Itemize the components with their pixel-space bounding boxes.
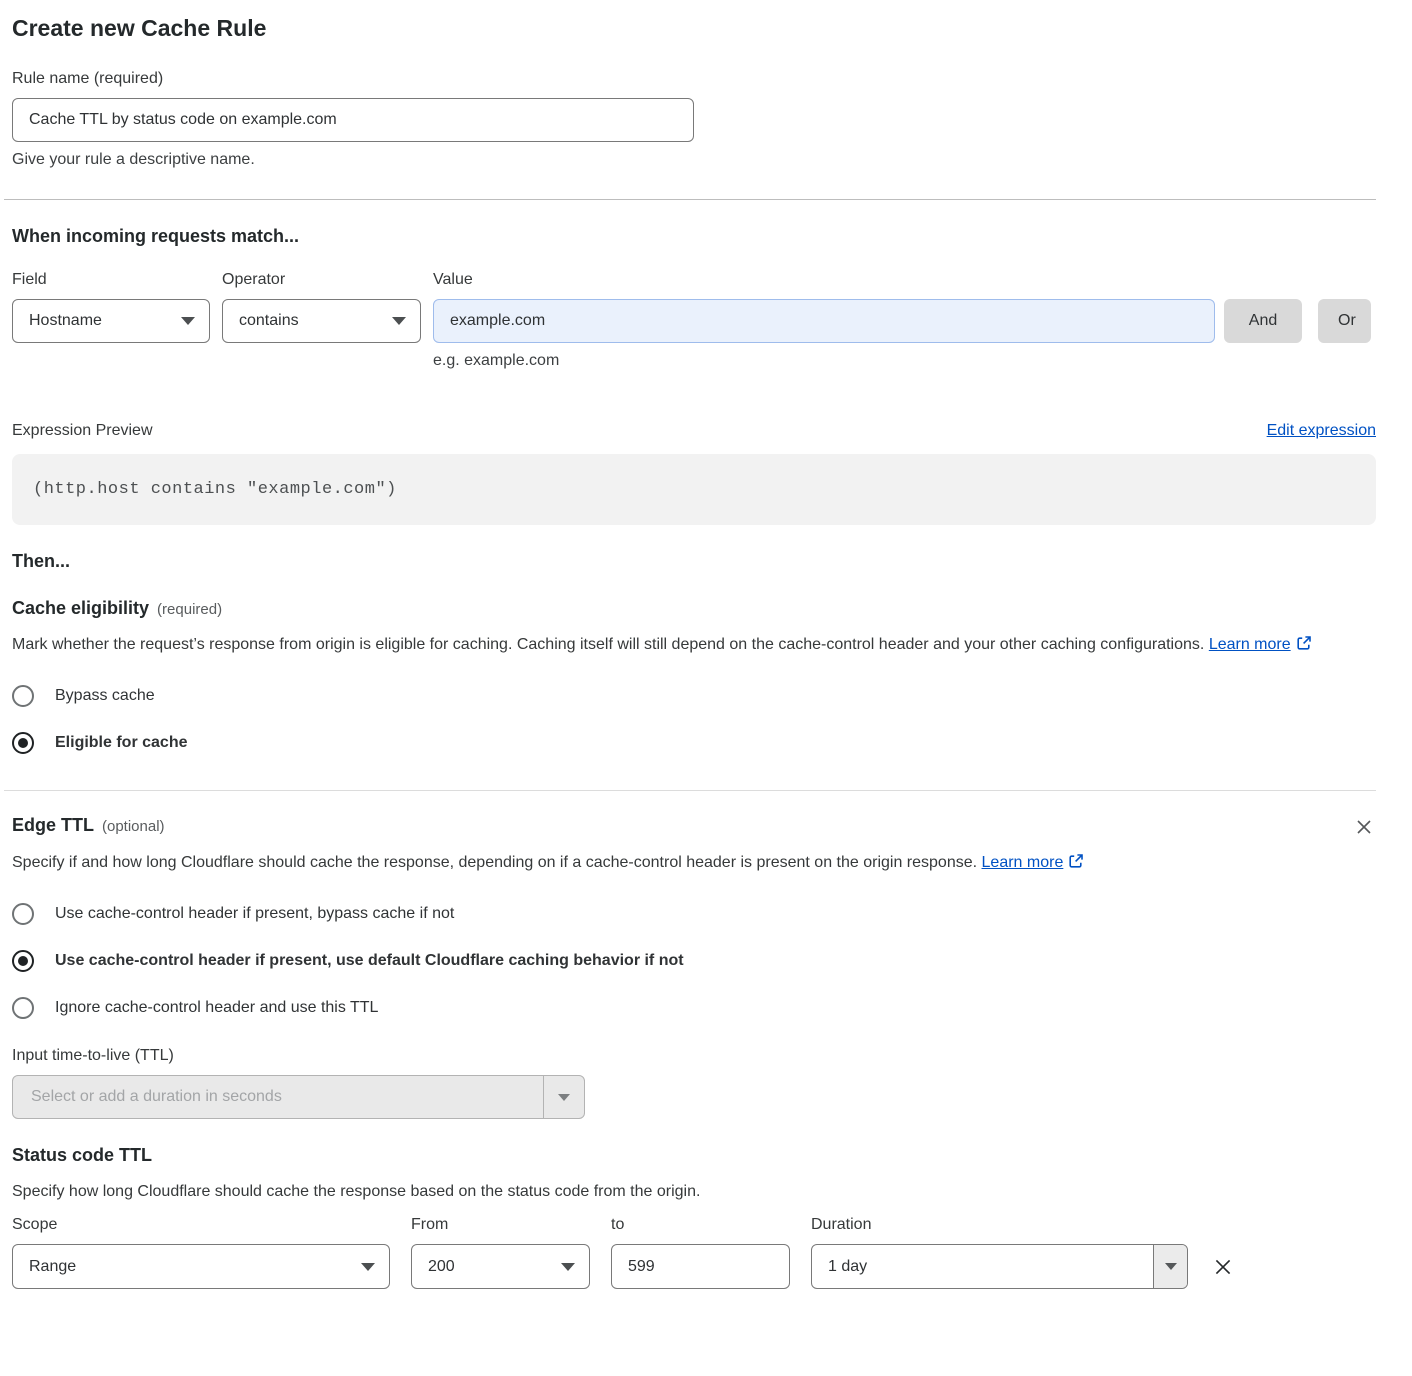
chevron-down-icon — [558, 1094, 570, 1101]
field-label: Field — [12, 271, 210, 289]
cache-eligibility-title: Cache eligibility — [12, 598, 149, 619]
status-code-ttl-description: Specify how long Cloudflare should cache… — [12, 1178, 1357, 1206]
expression-preview-label: Expression Preview — [12, 422, 153, 440]
radio-bypass-cache[interactable]: Bypass cache — [12, 685, 1376, 707]
operator-group: Operator contains — [222, 271, 421, 343]
scope-label: Scope — [12, 1216, 390, 1234]
from-select[interactable]: 200 — [411, 1244, 590, 1289]
remove-status-code-row-button[interactable] — [1210, 1254, 1236, 1280]
field-select[interactable]: Hostname — [12, 299, 210, 343]
edge-ttl-options: Use cache-control header if present, byp… — [12, 903, 1376, 1019]
expression-preview-row: Expression Preview Edit expression — [12, 422, 1376, 440]
duration-select[interactable]: 1 day — [811, 1244, 1188, 1289]
duration-dropdown-button[interactable] — [1153, 1245, 1187, 1288]
radio-eligible-for-cache[interactable]: Eligible for cache — [12, 732, 1376, 754]
and-button[interactable]: And — [1224, 299, 1302, 343]
scope-select-value: Range — [29, 1258, 76, 1276]
chevron-down-icon — [361, 1263, 375, 1271]
rule-name-input[interactable] — [12, 98, 694, 142]
to-select-value: 599 — [628, 1258, 655, 1276]
field-group: Field Hostname — [12, 271, 210, 343]
expression-code: (http.host contains "example.com") — [33, 480, 397, 499]
radio-label: Ignore cache-control header and use this… — [55, 999, 378, 1017]
edge-ttl-description-text: Specify if and how long Cloudflare shoul… — [12, 854, 977, 871]
section-divider — [4, 199, 1376, 200]
chevron-down-icon — [561, 1263, 575, 1271]
cache-eligibility-header: Cache eligibility (required) — [12, 598, 1376, 619]
to-select[interactable]: 599 — [611, 1244, 790, 1289]
radio-icon[interactable] — [12, 685, 34, 707]
chevron-down-icon — [392, 317, 406, 325]
value-hint: e.g. example.com — [433, 352, 1376, 370]
operator-select-value: contains — [239, 312, 299, 330]
status-code-ttl-title: Status code TTL — [12, 1145, 152, 1166]
edge-ttl-close-button[interactable] — [1352, 815, 1376, 839]
from-select-value: 200 — [428, 1258, 455, 1276]
chevron-down-icon — [181, 317, 195, 325]
status-code-ttl-description-text: Specify how long Cloudflare should cache… — [12, 1183, 700, 1200]
or-button[interactable]: Or — [1318, 299, 1371, 343]
edge-ttl-header: Edge TTL (optional) — [12, 815, 1376, 839]
close-icon — [1212, 1256, 1234, 1278]
radio-icon[interactable] — [12, 903, 34, 925]
match-section-heading: When incoming requests match... — [12, 226, 1376, 247]
match-condition-row: Field Hostname Operator contains Value A… — [12, 271, 1376, 343]
section-divider — [4, 790, 1376, 791]
cache-eligibility-description: Mark whether the request’s response from… — [12, 631, 1357, 659]
radio-icon-selected[interactable] — [12, 950, 34, 972]
edge-ttl-learn-more-link[interactable]: Learn more — [982, 854, 1064, 871]
to-label: to — [611, 1216, 790, 1234]
value-input[interactable] — [433, 299, 1215, 343]
chevron-down-icon — [1165, 1263, 1177, 1270]
scope-select[interactable]: Range — [12, 1244, 390, 1289]
ttl-duration-select[interactable]: Select or add a duration in seconds — [12, 1075, 585, 1119]
edge-ttl-title: Edge TTL — [12, 815, 94, 836]
duration-label: Duration — [811, 1216, 1188, 1234]
cache-eligibility-required-flag: (required) — [157, 601, 222, 618]
duration-select-value: 1 day — [812, 1245, 1153, 1288]
operator-label: Operator — [222, 271, 421, 289]
page-title: Create new Cache Rule — [12, 14, 1376, 42]
external-link-icon — [1068, 853, 1084, 869]
radio-ignore-header-use-ttl[interactable]: Ignore cache-control header and use this… — [12, 997, 1376, 1019]
create-cache-rule-form: Create new Cache Rule Rule name (require… — [12, 0, 1376, 1289]
field-select-value: Hostname — [29, 312, 102, 330]
edge-ttl-title-row: Edge TTL (optional) — [12, 815, 165, 836]
value-group: Value — [433, 271, 1215, 343]
close-icon — [1354, 817, 1374, 837]
cache-eligibility-learn-more-link[interactable]: Learn more — [1209, 636, 1291, 653]
radio-icon-selected[interactable] — [12, 732, 34, 754]
ttl-duration-dropdown-button[interactable] — [543, 1076, 584, 1118]
edge-ttl-description: Specify if and how long Cloudflare shoul… — [12, 849, 1357, 877]
ttl-input-label: Input time-to-live (TTL) — [12, 1047, 1376, 1065]
status-code-ttl-row: Range 200 599 1 day — [12, 1244, 1376, 1289]
rule-name-help: Give your rule a descriptive name. — [12, 151, 1376, 169]
radio-icon[interactable] — [12, 997, 34, 1019]
ttl-duration-placeholder: Select or add a duration in seconds — [13, 1088, 543, 1106]
external-link-icon — [1296, 635, 1312, 651]
radio-label: Use cache-control header if present, use… — [55, 952, 684, 970]
radio-label: Eligible for cache — [55, 734, 187, 752]
value-label: Value — [433, 271, 1215, 289]
radio-label: Use cache-control header if present, byp… — [55, 905, 454, 923]
cache-eligibility-description-text: Mark whether the request’s response from… — [12, 636, 1204, 653]
radio-use-header-bypass[interactable]: Use cache-control header if present, byp… — [12, 903, 1376, 925]
operator-select[interactable]: contains — [222, 299, 421, 343]
status-code-ttl-labels: Scope From to Duration — [12, 1216, 1376, 1234]
rule-name-label: Rule name (required) — [12, 70, 1376, 88]
cache-eligibility-options: Bypass cache Eligible for cache — [12, 685, 1376, 754]
edit-expression-link[interactable]: Edit expression — [1267, 422, 1376, 440]
from-label: From — [411, 1216, 590, 1234]
radio-use-header-default[interactable]: Use cache-control header if present, use… — [12, 950, 1376, 972]
status-code-ttl-header: Status code TTL — [12, 1145, 1376, 1166]
expression-code-box: (http.host contains "example.com") — [12, 454, 1376, 525]
edge-ttl-optional-flag: (optional) — [102, 818, 165, 835]
radio-label: Bypass cache — [55, 687, 155, 705]
then-heading: Then... — [12, 551, 1376, 572]
